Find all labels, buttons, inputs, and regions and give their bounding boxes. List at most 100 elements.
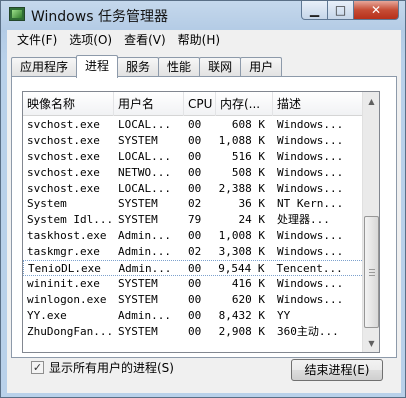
column-user-name[interactable]: 用户名 xyxy=(114,92,184,116)
tab-strip: 应用程序 进程 服务 性能 联网 用户 xyxy=(11,55,283,78)
tab-processes[interactable]: 进程 xyxy=(76,55,119,78)
memory-cell: 516 K xyxy=(231,149,265,163)
user-name-cell: LOCAL... xyxy=(118,181,171,195)
vertical-scrollbar[interactable]: ▲ ▼ xyxy=(362,92,379,352)
user-name-cell: SYSTEM xyxy=(118,197,158,211)
user-name-cell: Admin... xyxy=(118,262,172,275)
cpu-cell: 00 xyxy=(188,276,202,290)
process-row[interactable]: TenioDL.exe Admin... 00 9,544 K Tencent... xyxy=(23,260,364,276)
memory-cell: 3,308 K xyxy=(218,245,265,259)
close-button[interactable]: ✕ xyxy=(354,1,399,20)
memory-cell: 8,432 K xyxy=(218,308,265,322)
user-name-cell: NETWO... xyxy=(118,165,171,179)
process-row[interactable]: System SYSTEM 02 36 K NT Kern... xyxy=(23,196,364,212)
tab-services[interactable]: 服务 xyxy=(117,57,160,77)
memory-cell: 1,008 K xyxy=(218,229,265,243)
user-name-cell: LOCAL... xyxy=(118,118,171,131)
image-name-cell: winlogon.exe xyxy=(27,292,107,306)
tab-networking[interactable]: 联网 xyxy=(199,57,242,77)
description-cell: YY xyxy=(277,308,291,322)
cpu-cell: 00 xyxy=(188,165,202,179)
cpu-cell: 00 xyxy=(188,262,202,275)
description-cell: Windows... xyxy=(277,276,344,290)
description-cell: Tencent... xyxy=(276,262,343,275)
show-all-users-option[interactable]: ✓ 显示所有用户的进程(S) xyxy=(31,358,174,376)
description-cell: Windows... xyxy=(277,181,344,195)
memory-cell: 416 K xyxy=(231,276,265,290)
menu-file[interactable]: 文件(F) xyxy=(11,30,63,50)
description-cell: Windows... xyxy=(277,245,344,259)
scroll-down-arrow-icon[interactable]: ▼ xyxy=(364,335,379,351)
memory-cell: 24 K xyxy=(238,213,266,227)
client-area: 应用程序 进程 服务 性能 联网 用户 映像名称 用户名 CPU 内存(... … xyxy=(7,50,401,393)
cpu-cell: 02 xyxy=(188,197,202,211)
process-row[interactable]: ZhuDongFan... SYSTEM 00 2,908 K 360主动... xyxy=(23,324,364,340)
cpu-cell: 00 xyxy=(188,292,202,306)
tab-applications[interactable]: 应用程序 xyxy=(11,57,78,77)
title-bar[interactable]: Windows 任务管理器 ▁ □ ✕ xyxy=(1,1,405,29)
process-row[interactable]: svchost.exe SYSTEM 00 1,088 K Windows... xyxy=(23,133,364,149)
menu-options[interactable]: 选项(O) xyxy=(63,30,118,50)
process-list[interactable]: 映像名称 用户名 CPU 内存(... 描述 svchost.exe LOCAL.… xyxy=(22,91,380,353)
processes-panel: 映像名称 用户名 CPU 内存(... 描述 svchost.exe LOCAL.… xyxy=(11,76,397,358)
process-row[interactable]: svchost.exe LOCAL... 00 516 K Windows... xyxy=(23,149,364,165)
grip-icon xyxy=(369,269,375,277)
user-name-cell: SYSTEM xyxy=(118,213,158,227)
process-row[interactable]: svchost.exe NETWO... 00 508 K Windows... xyxy=(23,165,364,181)
description-cell: Windows... xyxy=(277,133,344,147)
user-name-cell: Admin... xyxy=(118,308,171,322)
image-name-cell: taskmgr.exe xyxy=(27,245,100,259)
memory-cell: 36 K xyxy=(238,197,266,211)
show-all-users-checkbox[interactable]: ✓ xyxy=(31,360,44,374)
column-image-name[interactable]: 映像名称 xyxy=(23,92,114,116)
description-cell: 360主动... xyxy=(277,324,339,338)
column-headers: 映像名称 用户名 CPU 内存(... 描述 xyxy=(23,92,364,116)
tab-performance[interactable]: 性能 xyxy=(158,57,201,77)
process-row[interactable]: svchost.exe LOCAL... 00 2,388 K Windows... xyxy=(23,181,364,197)
column-description[interactable]: 描述 xyxy=(273,92,364,116)
end-process-button[interactable]: 结束进程(E) xyxy=(291,359,383,381)
cpu-cell: 00 xyxy=(188,308,202,322)
task-manager-icon xyxy=(9,7,25,21)
user-name-cell: Admin... xyxy=(118,245,171,259)
process-row[interactable]: winlogon.exe SYSTEM 00 620 K Windows... xyxy=(23,292,364,308)
process-row[interactable]: svchost.exe LOCAL... 00 608 K Windows... xyxy=(23,117,364,133)
scroll-thumb[interactable] xyxy=(364,216,379,329)
window-title: Windows 任务管理器 xyxy=(31,9,168,25)
show-all-users-label: 显示所有用户的进程(S) xyxy=(49,360,174,375)
description-cell: Windows... xyxy=(277,292,344,306)
description-cell: Windows... xyxy=(277,165,344,179)
cpu-cell: 00 xyxy=(188,133,202,147)
image-name-cell: svchost.exe xyxy=(27,149,100,163)
image-name-cell: svchost.exe xyxy=(27,165,100,179)
cpu-cell: 00 xyxy=(188,181,202,195)
memory-cell: 608 K xyxy=(231,118,265,131)
user-name-cell: LOCAL... xyxy=(118,149,171,163)
minimize-icon: ▁ xyxy=(309,3,320,17)
description-cell: Windows... xyxy=(277,149,344,163)
maximize-button[interactable]: □ xyxy=(328,1,354,20)
menu-view[interactable]: 查看(V) xyxy=(118,30,172,50)
cpu-cell: 00 xyxy=(188,118,202,131)
checkmark-icon: ✓ xyxy=(32,360,43,374)
minimize-button[interactable]: ▁ xyxy=(301,1,328,20)
user-name-cell: SYSTEM xyxy=(118,133,158,147)
menu-bar: 文件(F) 选项(O) 查看(V) 帮助(H) xyxy=(7,30,401,50)
column-cpu[interactable]: CPU xyxy=(184,92,216,116)
image-name-cell: taskhost.exe xyxy=(27,229,107,243)
user-name-cell: SYSTEM xyxy=(118,324,158,338)
tab-users[interactable]: 用户 xyxy=(240,57,283,77)
memory-cell: 2,908 K xyxy=(218,324,265,338)
process-row[interactable]: YY.exe Admin... 00 8,432 K YY xyxy=(23,308,364,324)
menu-help[interactable]: 帮助(H) xyxy=(172,30,226,50)
process-row[interactable]: System Idl... SYSTEM 79 24 K 处理器... xyxy=(23,212,364,228)
column-memory[interactable]: 内存(... xyxy=(216,92,273,116)
image-name-cell: System xyxy=(27,197,67,211)
image-name-cell: svchost.exe xyxy=(27,133,100,147)
process-row[interactable]: taskmgr.exe Admin... 02 3,308 K Windows... xyxy=(23,244,364,260)
process-row[interactable]: taskhost.exe Admin... 00 1,008 K Windows... xyxy=(23,228,364,244)
memory-cell: 1,088 K xyxy=(218,133,265,147)
cpu-cell: 00 xyxy=(188,149,202,163)
scroll-up-arrow-icon[interactable]: ▲ xyxy=(364,93,379,109)
process-row[interactable]: wininit.exe SYSTEM 00 416 K Windows... xyxy=(23,276,364,292)
